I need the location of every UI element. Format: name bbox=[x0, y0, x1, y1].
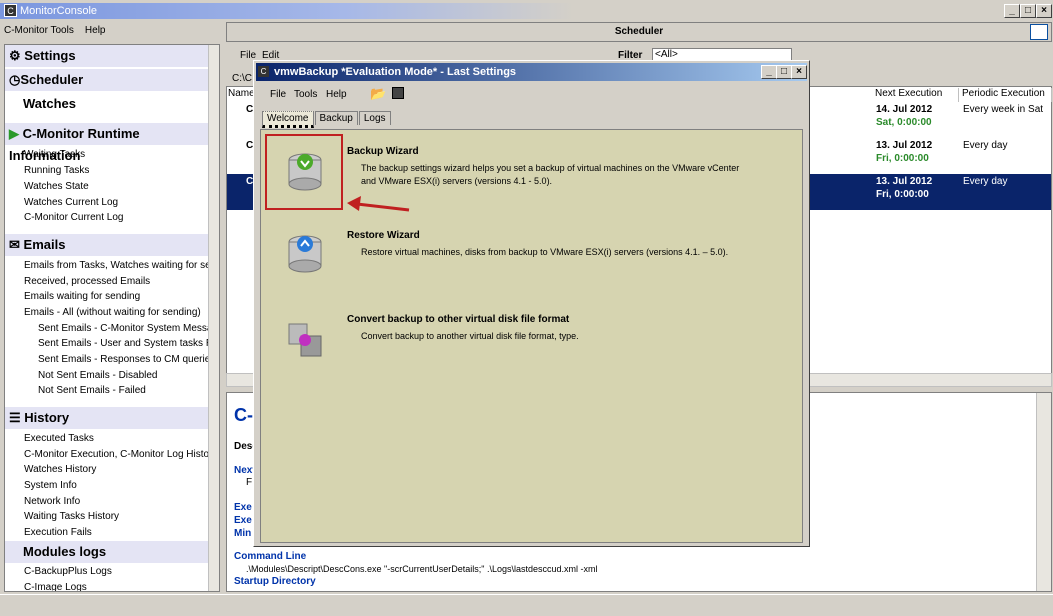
sidebar-item-execution-history[interactable]: C-Monitor Execution, C-Monitor Log Histo… bbox=[24, 449, 217, 460]
dialog-tabs: Welcome Backup Logs bbox=[262, 111, 392, 129]
sidebar-item-sent-responses[interactable]: Sent Emails - Responses to CM queries bbox=[38, 354, 215, 365]
sidebar-scrollbar[interactable] bbox=[208, 45, 219, 591]
sidebar-section-history[interactable]: ☰ History bbox=[5, 407, 208, 429]
database-convert-icon[interactable] bbox=[287, 320, 323, 360]
menu-cmonitor-tools[interactable]: C-Monitor Tools bbox=[4, 25, 74, 36]
detail-next-sub: F bbox=[246, 477, 253, 488]
row2-periodic: Every day bbox=[963, 140, 1008, 151]
row2-next-date: 13. Jul 2012 bbox=[876, 140, 933, 151]
sidebar-item-sent-system[interactable]: Sent Emails - C-Monitor System Messages bbox=[38, 323, 219, 334]
sidebar-item-watches-history[interactable]: Watches History bbox=[24, 464, 96, 475]
tab-welcome[interactable]: Welcome bbox=[262, 111, 314, 128]
sidebar-item-backupplus-logs[interactable]: C-BackupPlus Logs bbox=[24, 566, 112, 577]
database-upload-icon[interactable] bbox=[287, 234, 323, 274]
sidebar-section-emails[interactable]: ✉ Emails bbox=[5, 234, 208, 256]
sidebar-item-sent-user[interactable]: Sent Emails - User and System tasks Res bbox=[38, 338, 219, 349]
sidebar-item-executed[interactable]: Executed Tasks bbox=[24, 433, 94, 444]
restore-wizard-desc1: Restore virtual machines, disks from bac… bbox=[361, 247, 729, 257]
sidebar-item-running-tasks[interactable]: Running Tasks bbox=[24, 165, 89, 176]
row3-next-day: Fri, 0:00:00 bbox=[876, 189, 929, 200]
col-periodic[interactable]: Periodic Execution bbox=[962, 88, 1052, 102]
sidebar-section-runtime[interactable]: ▶ C-Monitor Runtime Information bbox=[5, 123, 208, 163]
dialog-menu-file[interactable]: File bbox=[270, 89, 286, 100]
clock-icon: ◷ bbox=[9, 72, 21, 87]
sidebar-item-execution-fails[interactable]: Execution Fails bbox=[24, 527, 92, 538]
sidebar-section-watches[interactable]: Watches bbox=[5, 93, 208, 115]
row3-periodic: Every day bbox=[963, 176, 1008, 187]
detail-cmd-label: Command Line bbox=[234, 551, 307, 562]
sidebar-item-emails-sending[interactable]: Emails waiting for sending bbox=[24, 291, 140, 302]
welcome-content: Backup Wizard The backup settings wizard… bbox=[260, 129, 803, 543]
save-icon[interactable] bbox=[392, 87, 404, 99]
play-icon: ▶ bbox=[9, 126, 19, 141]
sidebar-section-modules[interactable]: Modules logs bbox=[5, 541, 208, 563]
sidebar: ⚙ Settings ◷Scheduler Watches ▶ C-Monito… bbox=[4, 44, 220, 592]
menu-help[interactable]: Help bbox=[85, 25, 106, 36]
sidebar-item-not-sent-disabled[interactable]: Not Sent Emails - Disabled bbox=[38, 370, 158, 381]
backup-wizard-title[interactable]: Backup Wizard bbox=[347, 146, 419, 157]
sidebar-item-cimage-logs[interactable]: C-Image Logs bbox=[24, 582, 87, 591]
dialog-app-icon: C bbox=[258, 66, 269, 77]
app-c-icon: C bbox=[4, 4, 17, 17]
tab-logs[interactable]: Logs bbox=[358, 111, 391, 125]
minimize-button[interactable]: _ bbox=[1004, 4, 1020, 18]
dialog-menu-tools[interactable]: Tools bbox=[294, 89, 317, 100]
sidebar-section-scheduler[interactable]: ◷Scheduler bbox=[5, 69, 208, 91]
backup-wizard-desc2: and VMware ESX(i) servers (versions 4.1 … bbox=[361, 176, 553, 186]
sidebar-item-system-info[interactable]: System Info bbox=[24, 480, 77, 491]
row3-next-date: 13. Jul 2012 bbox=[876, 176, 933, 187]
row2-next-day: Fri, 0:00:00 bbox=[876, 153, 929, 164]
sidebar-item-network-info[interactable]: Network Info bbox=[24, 496, 80, 507]
database-download-icon[interactable] bbox=[287, 152, 323, 192]
backup-wizard-desc1: The backup settings wizard helps you set… bbox=[361, 163, 740, 173]
sidebar-item-watches-state[interactable]: Watches State bbox=[24, 181, 89, 192]
convert-title[interactable]: Convert backup to other virtual disk fil… bbox=[347, 314, 569, 325]
col-next-execution[interactable]: Next Execution bbox=[875, 88, 959, 102]
path-label: C:\C bbox=[232, 73, 252, 84]
restore-wizard-title[interactable]: Restore Wizard bbox=[347, 230, 420, 241]
detail-min: Min bbox=[234, 528, 252, 539]
list-icon: ☰ bbox=[9, 410, 21, 425]
scheduler-logo-icon bbox=[1030, 24, 1048, 40]
statusbar bbox=[0, 594, 1053, 616]
sidebar-item-emails-waiting[interactable]: Emails from Tasks, Watches waiting for s… bbox=[24, 260, 219, 271]
dialog-menu-help[interactable]: Help bbox=[326, 89, 347, 100]
detail-heading: C- bbox=[234, 405, 253, 425]
dialog-maximize-button[interactable]: □ bbox=[776, 65, 792, 79]
sidebar-item-waiting-history[interactable]: Waiting Tasks History bbox=[24, 511, 119, 522]
envelope-icon: ✉ bbox=[9, 237, 20, 252]
sidebar-item-waiting-tasks[interactable]: Waiting Tasks bbox=[24, 149, 85, 160]
sidebar-item-cmonitor-log[interactable]: C-Monitor Current Log bbox=[24, 212, 123, 223]
scheduler-header: Scheduler bbox=[226, 22, 1052, 42]
convert-desc1: Convert backup to another virtual disk f… bbox=[361, 331, 579, 341]
close-button[interactable]: × bbox=[1036, 4, 1052, 18]
maximize-button[interactable]: □ bbox=[1020, 4, 1036, 18]
app-title: MonitorConsole bbox=[20, 5, 98, 17]
sidebar-item-emails-all[interactable]: Emails - All (without waiting for sendin… bbox=[24, 307, 201, 318]
vmwbackup-dialog: vmwBackup *Evaluation Mode* - Last Setti… bbox=[253, 60, 810, 547]
menubar: C-Monitor Tools Help bbox=[4, 24, 113, 42]
detail-exe2: Exe bbox=[234, 515, 252, 526]
sidebar-section-settings[interactable]: ⚙ Settings bbox=[5, 45, 208, 67]
row1-periodic: Every week in Sat bbox=[963, 104, 1044, 115]
row1-next-day: Sat, 0:00:00 bbox=[876, 117, 932, 128]
dialog-minimize-button[interactable]: _ bbox=[761, 65, 777, 79]
red-arrow-icon bbox=[347, 196, 410, 212]
sidebar-item-watches-log[interactable]: Watches Current Log bbox=[24, 197, 118, 208]
sidebar-item-not-sent-failed[interactable]: Not Sent Emails - Failed bbox=[38, 385, 146, 396]
detail-scrollbar[interactable] bbox=[1036, 393, 1051, 591]
detail-startup-label: Startup Directory bbox=[234, 576, 316, 587]
open-folder-icon[interactable]: 📂 bbox=[370, 86, 386, 102]
dialog-close-button[interactable]: × bbox=[791, 65, 807, 79]
row1-next-date: 14. Jul 2012 bbox=[876, 104, 933, 115]
detail-exe1: Exe bbox=[234, 502, 252, 513]
gear-icon: ⚙ bbox=[9, 48, 21, 63]
detail-cmd-value: .\Modules\Descript\DescCons.exe "-scrCur… bbox=[246, 564, 598, 574]
tab-backup[interactable]: Backup bbox=[314, 111, 358, 125]
sidebar-item-emails-received[interactable]: Received, processed Emails bbox=[24, 276, 150, 287]
dialog-titlebar: vmwBackup *Evaluation Mode* - Last Setti… bbox=[256, 63, 807, 81]
